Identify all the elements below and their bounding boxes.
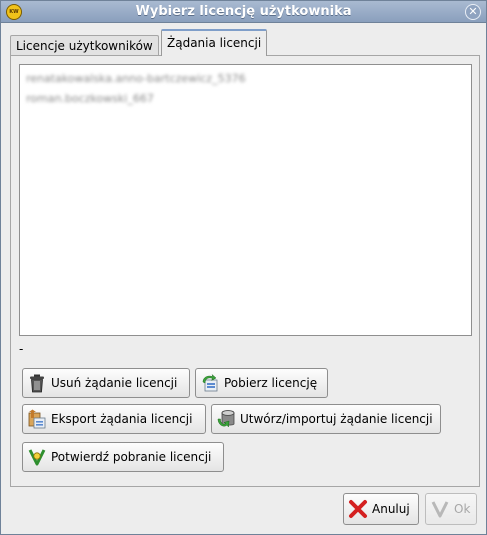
cancel-label: Anuluj bbox=[372, 502, 410, 516]
trash-icon bbox=[30, 374, 44, 393]
license-requests-panel: renatakowalska.anno-bartczewicz_5376 rom… bbox=[10, 55, 480, 487]
title-bar[interactable]: KW Wybierz licencję użytkownika ✕ bbox=[1, 1, 486, 23]
confirm-download-button[interactable]: Potwierdź pobranie licencji bbox=[22, 442, 224, 472]
database-import-icon bbox=[217, 410, 235, 428]
check-icon bbox=[431, 501, 449, 518]
export-request-button[interactable]: Eksport żądania licencji bbox=[22, 404, 206, 434]
status-text: - bbox=[19, 342, 24, 356]
requests-list[interactable]: renatakowalska.anno-bartczewicz_5376 rom… bbox=[19, 64, 472, 336]
ok-button[interactable]: Ok bbox=[425, 493, 477, 525]
list-item[interactable]: renatakowalska.anno-bartczewicz_5376 bbox=[26, 71, 246, 87]
create-import-request-label: Utwórz/importuj żądanie licencji bbox=[240, 412, 433, 426]
create-import-request-button[interactable]: Utwórz/importuj żądanie licencji bbox=[211, 404, 441, 434]
download-license-button[interactable]: Pobierz licencję bbox=[195, 368, 328, 398]
export-icon bbox=[28, 409, 46, 429]
cancel-button[interactable]: Anuluj bbox=[343, 493, 419, 525]
list-item[interactable]: roman.boczkowski_667 bbox=[26, 91, 154, 107]
dialog-window: KW Wybierz licencję użytkownika ✕ Licenc… bbox=[0, 0, 487, 535]
red-x-icon bbox=[349, 500, 367, 518]
close-icon[interactable]: ✕ bbox=[465, 4, 481, 20]
delete-request-label: Usuń żądanie licencji bbox=[51, 376, 178, 390]
export-request-label: Eksport żądania licencji bbox=[51, 412, 193, 426]
tab-license-requests[interactable]: Żądania licencji bbox=[161, 29, 268, 56]
tab-user-licenses[interactable]: Licencje użytkowników bbox=[10, 35, 159, 56]
ok-label: Ok bbox=[454, 502, 471, 516]
tab-bar: Licencje użytkowników Żądania licencji bbox=[10, 27, 480, 56]
confirm-download-label: Potwierdź pobranie licencji bbox=[51, 450, 212, 464]
download-license-icon bbox=[202, 374, 218, 392]
download-license-label: Pobierz licencję bbox=[224, 376, 318, 390]
window-title: Wybierz licencję użytkownika bbox=[135, 4, 352, 19]
confirm-icon bbox=[28, 449, 46, 466]
delete-request-button[interactable]: Usuń żądanie licencji bbox=[22, 368, 190, 398]
